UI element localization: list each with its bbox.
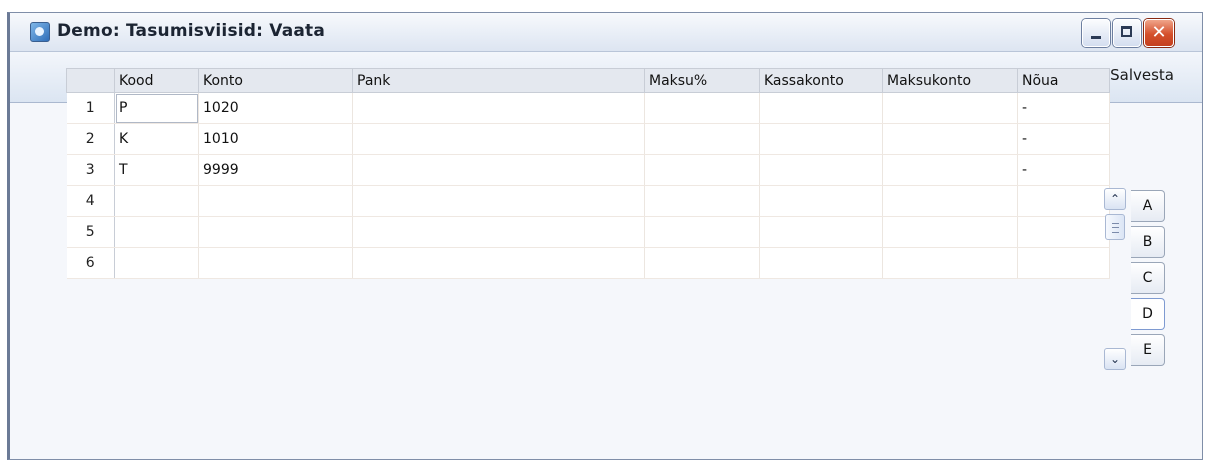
tab-a[interactable]: A [1131, 190, 1165, 222]
chevron-up-icon: ⌃ [1109, 192, 1121, 206]
cell-noua[interactable]: - [1017, 123, 1110, 155]
row-number: 6 [66, 247, 115, 279]
cell-noua[interactable] [1017, 185, 1110, 217]
column-header-maksukonto[interactable]: Maksukonto [882, 68, 1018, 93]
cell-pank[interactable] [352, 123, 645, 155]
cell-kassakonto[interactable] [759, 247, 883, 279]
cell-kood[interactable] [114, 216, 199, 248]
table-row: 1 P 1020 - [66, 92, 1110, 124]
row-number: 4 [66, 185, 115, 217]
close-button[interactable]: ✕ [1144, 19, 1174, 47]
close-icon: ✕ [1151, 22, 1167, 43]
cell-kood[interactable] [114, 247, 199, 279]
cell-maksukonto[interactable] [882, 123, 1018, 155]
maximize-button[interactable] [1113, 19, 1141, 47]
cell-maksu[interactable] [644, 185, 760, 217]
chevron-down-icon: ⌄ [1109, 352, 1121, 366]
cell-maksu[interactable] [644, 123, 760, 155]
cell-maksukonto[interactable] [882, 92, 1018, 124]
tab-c[interactable]: C [1131, 262, 1165, 294]
cell-kood[interactable]: T [114, 154, 199, 186]
cell-konto[interactable] [198, 185, 353, 217]
table-row: 5 [66, 216, 1110, 248]
cell-kassakonto[interactable] [759, 185, 883, 217]
title-bar[interactable]: Demo: Tasumisviisid: Vaata ✕ [10, 13, 1202, 52]
cell-konto[interactable]: 1010 [198, 123, 353, 155]
cell-noua[interactable]: - [1017, 154, 1110, 186]
row-number: 5 [66, 216, 115, 248]
cell-kood[interactable]: P [114, 92, 199, 124]
cell-noua[interactable]: - [1017, 92, 1110, 124]
tab-b[interactable]: B [1131, 226, 1165, 258]
table-row: 3 T 9999 - [66, 154, 1110, 186]
tab-d[interactable]: D [1131, 298, 1165, 330]
scroll-up-button[interactable]: ⌃ [1104, 188, 1126, 210]
table-row: 2 K 1010 - [66, 123, 1110, 155]
column-header-maksu[interactable]: Maksu% [644, 68, 760, 93]
save-button[interactable]: Salvesta [1110, 66, 1174, 84]
column-header-noua[interactable]: Nõua [1017, 68, 1110, 93]
vertical-scrollbar[interactable]: ⌃ ⌄ [1104, 188, 1126, 370]
scroll-thumb[interactable] [1105, 214, 1125, 240]
cell-konto[interactable]: 9999 [198, 154, 353, 186]
cell-konto[interactable] [198, 216, 353, 248]
row-number: 2 [66, 123, 115, 155]
cell-maksu[interactable] [644, 216, 760, 248]
scroll-down-button[interactable]: ⌄ [1104, 348, 1126, 370]
cell-pank[interactable] [352, 154, 645, 186]
column-header-kassakonto[interactable]: Kassakonto [759, 68, 883, 93]
cell-kood[interactable] [114, 185, 199, 217]
cell-kassakonto[interactable] [759, 123, 883, 155]
app-window: Demo: Tasumisviisid: Vaata ✕ Salvesta Ko… [7, 12, 1203, 460]
table-row: 6 [66, 247, 1110, 279]
column-header-pank[interactable]: Pank [352, 68, 645, 93]
cell-konto[interactable] [198, 247, 353, 279]
cell-maksukonto[interactable] [882, 216, 1018, 248]
column-header-kood[interactable]: Kood [114, 68, 199, 93]
table-header-row: Kood Konto Pank Maksu% Kassakonto Maksuk… [66, 68, 1110, 93]
cell-pank[interactable] [352, 216, 645, 248]
cell-pank[interactable] [352, 92, 645, 124]
cell-noua[interactable] [1017, 216, 1110, 248]
cell-maksukonto[interactable] [882, 154, 1018, 186]
cell-maksukonto[interactable] [882, 185, 1018, 217]
cell-kassakonto[interactable] [759, 92, 883, 124]
cell-pank[interactable] [352, 247, 645, 279]
minimize-button[interactable] [1082, 19, 1110, 47]
cell-kassakonto[interactable] [759, 216, 883, 248]
cell-konto[interactable]: 1020 [198, 92, 353, 124]
cell-pank[interactable] [352, 185, 645, 217]
tab-e[interactable]: E [1131, 334, 1165, 366]
column-header-rownum [66, 68, 115, 93]
cell-maksu[interactable] [644, 92, 760, 124]
row-number: 1 [66, 92, 115, 124]
window-title: Demo: Tasumisviisid: Vaata [57, 21, 326, 41]
cell-maksukonto[interactable] [882, 247, 1018, 279]
screen: Demo: Tasumisviisid: Vaata ✕ Salvesta Ko… [0, 0, 1205, 462]
app-icon [30, 22, 50, 42]
column-header-konto[interactable]: Konto [198, 68, 353, 93]
cell-kassakonto[interactable] [759, 154, 883, 186]
cell-maksu[interactable] [644, 154, 760, 186]
cell-maksu[interactable] [644, 247, 760, 279]
cell-noua[interactable] [1017, 247, 1110, 279]
row-number: 3 [66, 154, 115, 186]
cell-kood[interactable]: K [114, 123, 199, 155]
payment-methods-table: Kood Konto Pank Maksu% Kassakonto Maksuk… [66, 68, 1110, 279]
table-row: 4 [66, 185, 1110, 217]
